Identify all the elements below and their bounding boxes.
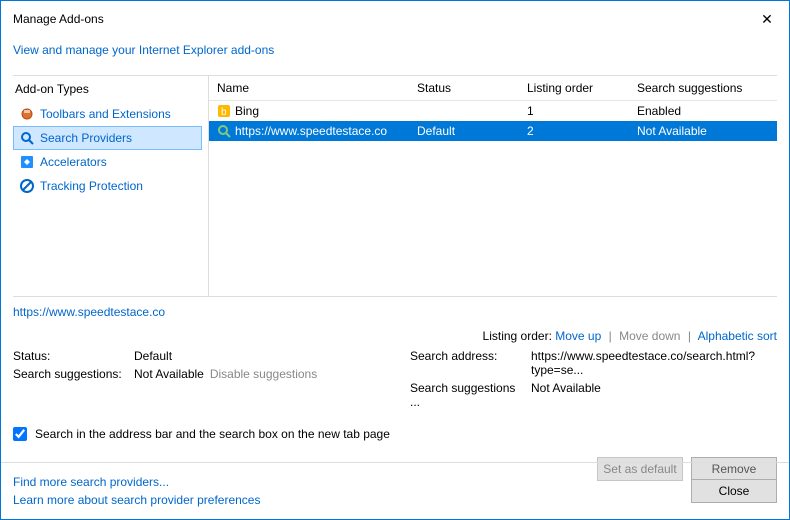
search-address-value: https://www.speedtestace.co/search.html?… bbox=[531, 349, 777, 377]
cell-sugg: Not Available bbox=[633, 123, 773, 139]
status-value: Default bbox=[134, 349, 380, 363]
provider-icon: b bbox=[217, 104, 231, 118]
search-icon bbox=[20, 131, 34, 145]
sidebar-item-label: Toolbars and Extensions bbox=[40, 107, 171, 121]
details-title: https://www.speedtestace.co bbox=[13, 305, 777, 319]
table-row[interactable]: https://www.speedtestace.co Default 2 No… bbox=[209, 121, 777, 141]
tracking-protection-icon bbox=[20, 179, 34, 193]
svg-text:b: b bbox=[221, 107, 227, 118]
accelerator-icon bbox=[20, 155, 34, 169]
window-title: Manage Add-ons bbox=[13, 12, 104, 26]
search-suggestions-addr-value: Not Available bbox=[531, 381, 777, 409]
suggestions-value: Not AvailableDisable suggestions bbox=[134, 367, 380, 381]
details-pane: https://www.speedtestace.co Listing orde… bbox=[1, 297, 789, 409]
close-icon[interactable]: ✕ bbox=[757, 11, 777, 28]
cell-order: 1 bbox=[523, 103, 633, 119]
listing-order-label: Listing order: bbox=[483, 329, 552, 343]
close-button[interactable]: Close bbox=[691, 479, 777, 503]
sidebar-item-toolbars[interactable]: Toolbars and Extensions bbox=[13, 102, 202, 126]
find-more-providers-link[interactable]: Find more search providers... bbox=[13, 473, 260, 491]
search-in-address-bar-checkbox[interactable] bbox=[13, 427, 27, 441]
sidebar-item-tracking-protection[interactable]: Tracking Protection bbox=[13, 174, 202, 198]
cell-status: Default bbox=[413, 123, 523, 139]
col-status[interactable]: Status bbox=[413, 79, 523, 97]
cell-order: 2 bbox=[523, 123, 633, 139]
sidebar-item-accelerators[interactable]: Accelerators bbox=[13, 150, 202, 174]
cell-name: https://www.speedtestace.co bbox=[235, 124, 387, 138]
provider-icon bbox=[217, 124, 231, 138]
sidebar-item-label: Accelerators bbox=[40, 155, 107, 169]
col-listing-order[interactable]: Listing order bbox=[523, 79, 633, 97]
suggestions-label: Search suggestions: bbox=[13, 367, 128, 381]
alphabetic-sort-link[interactable]: Alphabetic sort bbox=[698, 329, 777, 343]
search-suggestions-addr-label: Search suggestions ... bbox=[410, 381, 525, 409]
cell-name: Bing bbox=[235, 104, 259, 118]
cell-sugg: Enabled bbox=[633, 103, 773, 119]
move-down-link: Move down bbox=[619, 329, 680, 343]
sidebar-heading: Add-on Types bbox=[13, 82, 202, 96]
search-address-label: Search address: bbox=[410, 349, 525, 377]
move-up-link[interactable]: Move up bbox=[555, 329, 601, 343]
learn-more-link[interactable]: Learn more about search provider prefere… bbox=[13, 491, 260, 509]
table-row[interactable]: b Bing 1 Enabled bbox=[209, 101, 777, 121]
cell-status bbox=[413, 110, 523, 112]
sidebar: Add-on Types Toolbars and Extensions Sea… bbox=[13, 76, 202, 296]
sidebar-item-search-providers[interactable]: Search Providers bbox=[13, 126, 202, 150]
toolbar-icon bbox=[20, 107, 34, 121]
col-name[interactable]: Name bbox=[213, 79, 413, 97]
col-search-suggestions[interactable]: Search suggestions bbox=[633, 79, 773, 97]
disable-suggestions-link: Disable suggestions bbox=[210, 367, 317, 381]
checkbox-label: Search in the address bar and the search… bbox=[35, 427, 390, 441]
search-providers-table: Name Status Listing order Search suggest… bbox=[208, 76, 777, 296]
sidebar-item-label: Tracking Protection bbox=[40, 179, 143, 193]
manage-addons-link[interactable]: View and manage your Internet Explorer a… bbox=[13, 43, 274, 57]
status-label: Status: bbox=[13, 349, 128, 363]
sidebar-item-label: Search Providers bbox=[40, 131, 132, 145]
